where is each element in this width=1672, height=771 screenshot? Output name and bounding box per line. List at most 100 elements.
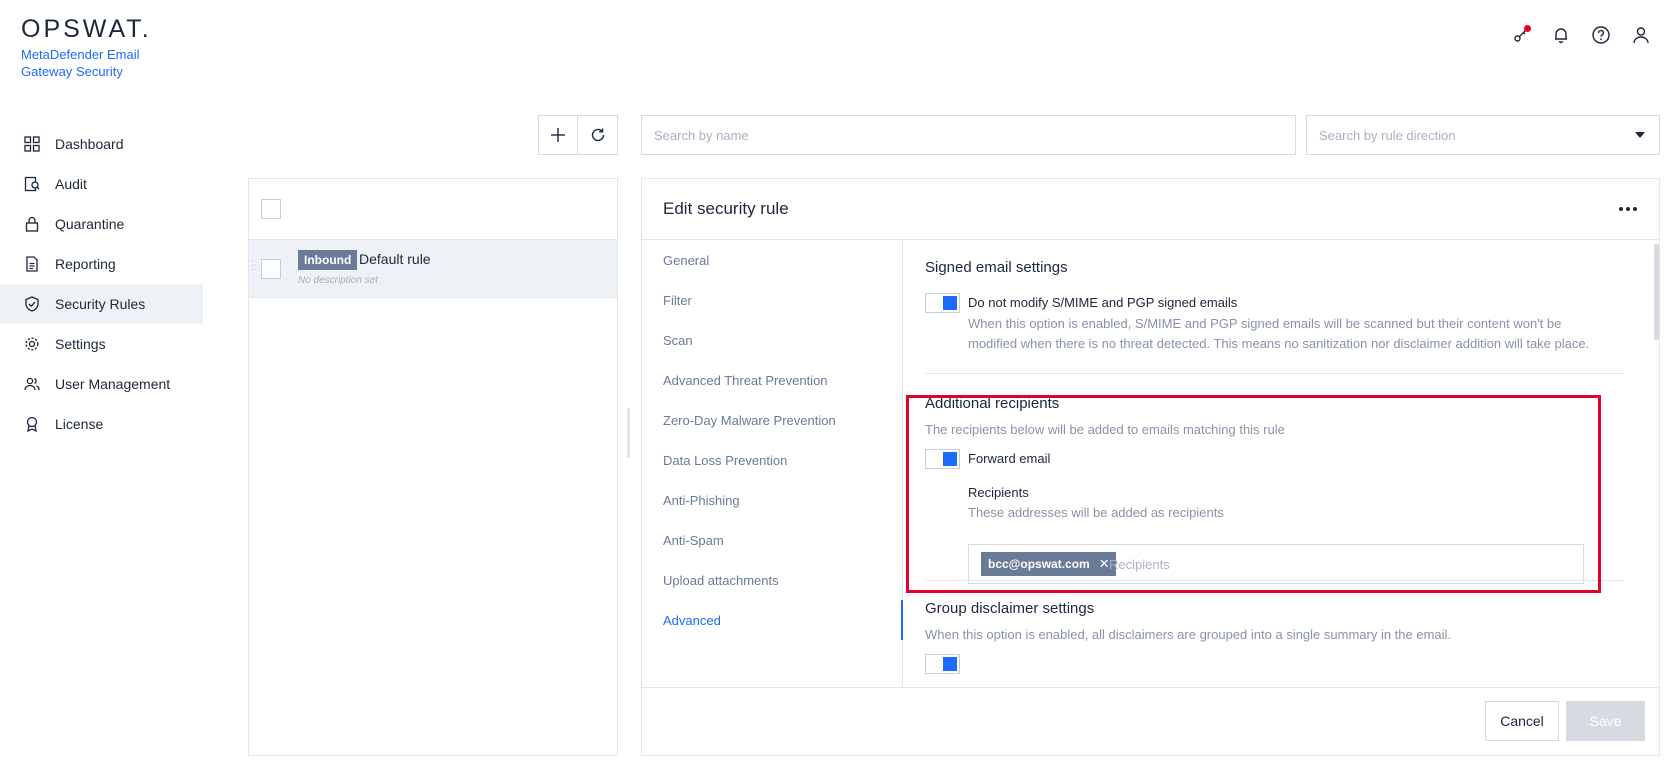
signed-desc-line1: When this option is enabled, S/MIME and … (968, 316, 1562, 331)
search-name-input[interactable] (642, 116, 1295, 154)
rules-list: :::: Inbound Default rule No description… (248, 178, 618, 756)
toggle-knob (943, 296, 957, 310)
sidebar-item-label: License (55, 416, 104, 432)
refresh-button[interactable] (578, 115, 618, 155)
dashboard-icon (23, 135, 41, 153)
document-icon (23, 255, 41, 273)
remove-recipient-icon[interactable]: ✕ (1099, 556, 1110, 572)
group-disclaimer-title: Group disclaimer settings (925, 600, 1095, 617)
tab-advanced-threat-prevention[interactable]: Advanced Threat Prevention (642, 360, 902, 400)
tab-anti-spam[interactable]: Anti-Spam (642, 520, 902, 560)
product-name-line2: Gateway Security (21, 64, 123, 79)
dot (1626, 207, 1630, 211)
tab-upload-attachments[interactable]: Upload attachments (642, 560, 902, 600)
refresh-icon (591, 128, 604, 142)
signed-email-section-title: Signed email settings (925, 259, 1068, 276)
shield-check-icon (23, 295, 41, 313)
group-disclaimer-description: When this option is enabled, all disclai… (925, 627, 1452, 642)
tab-general[interactable]: General (642, 240, 902, 280)
sidebar-item-user-management[interactable]: User Management (0, 364, 203, 404)
recipients-input-box[interactable]: bcc@opswat.com ✕ (968, 544, 1584, 584)
notification-dot (1524, 25, 1531, 32)
forward-email-toggle[interactable] (925, 449, 960, 469)
recipient-email: bcc@opswat.com (988, 557, 1090, 571)
logo-wordmark: OPSWAT. (21, 15, 152, 43)
tab-filter[interactable]: Filter (642, 280, 902, 320)
drag-handle[interactable]: :::: (251, 259, 257, 274)
search-direction-input[interactable] (1307, 116, 1659, 154)
sidebar-item-license[interactable]: License (0, 404, 203, 444)
lock-icon (23, 215, 41, 233)
additional-recipients-title: Additional recipients (925, 395, 1060, 412)
edit-panel-header: Edit security rule (642, 179, 1659, 240)
recipients-title: Recipients (968, 485, 1029, 500)
dot (1633, 207, 1637, 211)
tab-advanced[interactable]: Advanced (642, 600, 903, 640)
tab-data-loss-prevention[interactable]: Data Loss Prevention (642, 440, 902, 480)
section-divider (925, 373, 1624, 374)
group-disclaimer-toggle[interactable] (925, 654, 960, 674)
rule-row[interactable]: :::: Inbound Default rule No description… (249, 240, 617, 298)
award-icon (23, 415, 41, 433)
recipient-chip: bcc@opswat.com ✕ (981, 552, 1116, 576)
rule-actions (538, 115, 618, 155)
section-divider (925, 580, 1624, 581)
add-rule-button[interactable] (538, 115, 578, 155)
sidebar-item-dashboard[interactable]: Dashboard (0, 124, 203, 164)
edit-tabs: General Filter Scan Advanced Threat Prev… (642, 240, 903, 688)
opswat-logo[interactable]: OPSWAT. MetaDefender Email Gateway Secur… (21, 16, 191, 80)
sidebar-item-label: Security Rules (55, 296, 146, 312)
rule-direction-badge: Inbound (298, 250, 358, 270)
recipients-input[interactable] (1109, 553, 1509, 575)
sidebar-item-label: Reporting (55, 256, 116, 272)
signed-desc-line2: modified when there is no threat detecte… (968, 336, 1590, 351)
user-icon[interactable] (1628, 22, 1654, 48)
tab-scan[interactable]: Scan (642, 320, 902, 360)
gear-icon (23, 335, 41, 353)
sidebar-item-label: Dashboard (55, 136, 124, 152)
sidebar-item-label: Settings (55, 336, 106, 352)
panel-splitter[interactable] (627, 408, 630, 458)
sidebar-item-audit[interactable]: Audit (0, 164, 203, 204)
sidebar-item-label: User Management (55, 376, 171, 392)
key-icon[interactable] (1508, 22, 1534, 48)
cancel-button[interactable]: Cancel (1485, 701, 1559, 741)
save-button[interactable]: Save (1566, 701, 1645, 741)
edit-panel-footer: Cancel Save (642, 687, 1659, 755)
dot (1619, 207, 1623, 211)
sidebar-nav: Dashboard Audit Quarantine Reporting Sec… (0, 124, 203, 444)
sidebar-item-reporting[interactable]: Reporting (0, 244, 203, 284)
audit-icon (23, 175, 41, 193)
tab-zero-day-malware-prevention[interactable]: Zero-Day Malware Prevention (642, 400, 902, 440)
toggle-knob (943, 657, 957, 671)
signed-email-toggle[interactable] (925, 293, 960, 313)
toggle-knob (943, 452, 957, 466)
signed-email-option-description: When this option is enabled, S/MIME and … (968, 314, 1589, 354)
edit-rule-panel: Edit security rule General Filter Scan A… (641, 178, 1660, 756)
content-scrollbar[interactable] (1654, 244, 1659, 340)
bell-icon[interactable] (1548, 22, 1574, 48)
tab-anti-phishing[interactable]: Anti-Phishing (642, 480, 902, 520)
top-toolbar (1508, 22, 1654, 48)
product-name-line1: MetaDefender Email (21, 47, 140, 62)
caret-down-icon[interactable] (1635, 132, 1645, 138)
users-icon (23, 375, 41, 393)
additional-recipients-description: The recipients below will be added to em… (925, 422, 1285, 437)
select-all-checkbox[interactable] (261, 199, 281, 219)
product-name: MetaDefender Email Gateway Security (21, 46, 191, 80)
edit-panel-title: Edit security rule (663, 199, 789, 218)
rule-checkbox[interactable] (261, 259, 281, 279)
sidebar-item-security-rules[interactable]: Security Rules (0, 284, 203, 324)
help-icon[interactable] (1588, 22, 1614, 48)
rule-name: Default rule (359, 251, 431, 267)
rules-list-header (249, 179, 617, 240)
rule-direction-select[interactable] (1306, 115, 1660, 155)
rule-description: No description set (298, 275, 379, 286)
sidebar-item-quarantine[interactable]: Quarantine (0, 204, 203, 244)
signed-email-option-label: Do not modify S/MIME and PGP signed emai… (968, 295, 1238, 310)
recipients-description: These addresses will be added as recipie… (968, 505, 1224, 520)
sidebar-item-settings[interactable]: Settings (0, 324, 203, 364)
advanced-settings-content: Signed email settings Do not modify S/MI… (904, 240, 1659, 688)
forward-email-label: Forward email (968, 451, 1051, 466)
more-options-button[interactable] (1615, 197, 1641, 221)
